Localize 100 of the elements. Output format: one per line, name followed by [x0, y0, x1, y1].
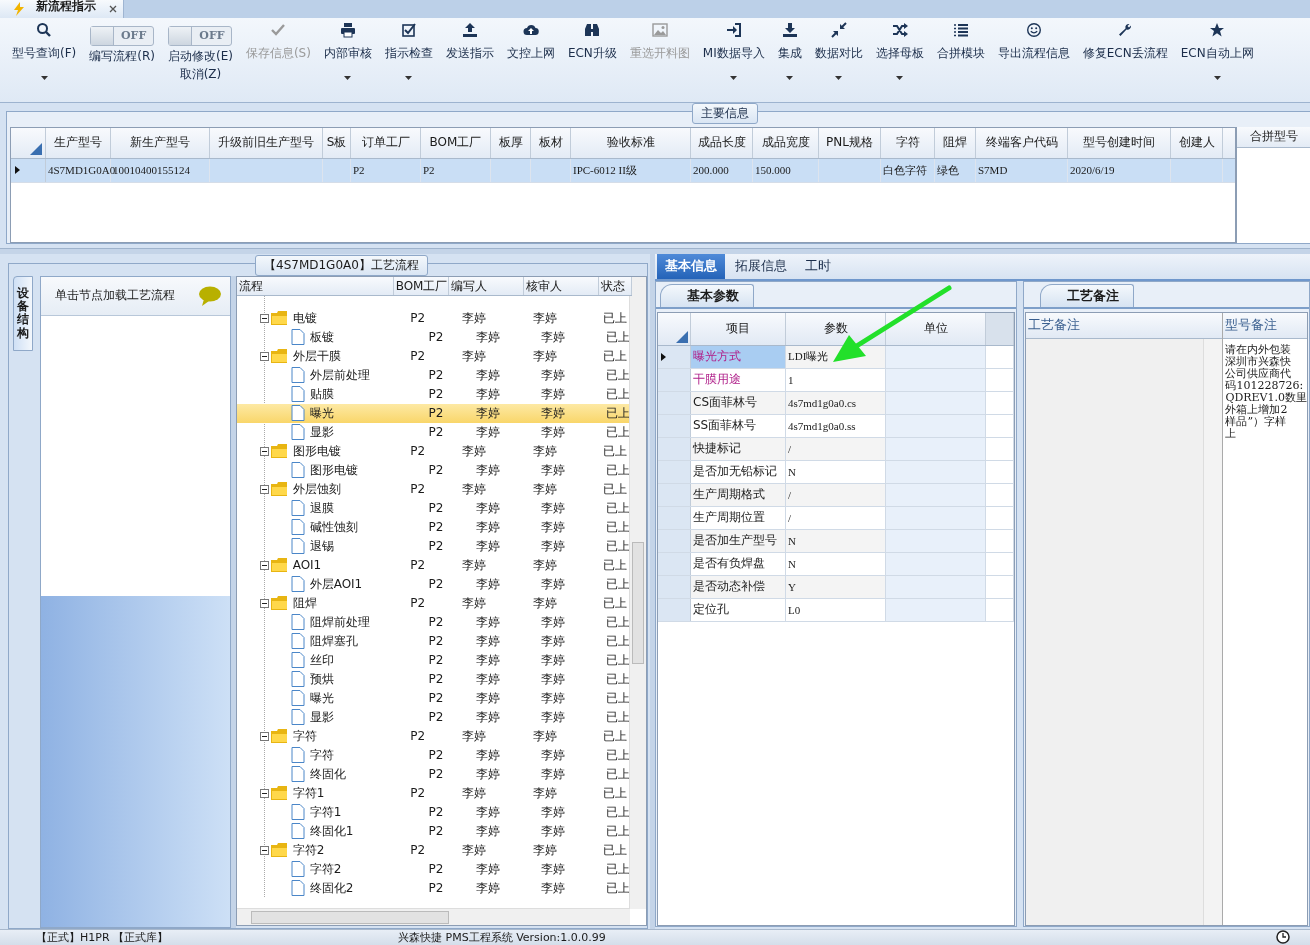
column-header[interactable]: 字符 [881, 127, 935, 158]
panel-tab[interactable]: 工艺备注 [1040, 284, 1135, 307]
collapse-icon[interactable] [259, 447, 269, 456]
param-row[interactable]: 是否加生产型号 N [658, 530, 1015, 553]
tree-row[interactable]: 字符 P2 李婷 李婷 已上 [236, 727, 632, 746]
horizontal-scrollbar[interactable] [236, 908, 630, 925]
toolbar-button[interactable]: 集成 [773, 17, 806, 90]
param-row[interactable]: 是否加无铅标记 N [658, 461, 1015, 484]
column-header[interactable]: 成品长度 [691, 127, 753, 158]
tree-row[interactable]: 终固化1 P2 李婷 李婷 已上 [236, 822, 632, 841]
param-row[interactable]: 生产周期位置 / [658, 507, 1015, 530]
param-row[interactable]: 生产周期格式 / [658, 484, 1015, 507]
tree-row[interactable]: 预烘 P2 李婷 李婷 已上 [236, 670, 632, 689]
tree-row[interactable]: 退锡 P2 李婷 李婷 已上 [236, 537, 632, 556]
toggle-switch[interactable]: OFF [90, 25, 155, 46]
tree-row[interactable]: 贴膜 P2 李婷 李婷 已上 [236, 385, 632, 404]
tree-row[interactable]: 阻焊前处理 P2 李婷 李婷 已上 [236, 613, 632, 632]
toolbar-button[interactable]: 内部审核 [319, 17, 376, 90]
tree-row[interactable]: 图形电镀 P2 李婷 李婷 已上 [236, 442, 632, 461]
column-header[interactable]: 成品宽度 [753, 127, 819, 158]
column-header[interactable]: 项目 [691, 313, 786, 345]
tab[interactable]: 拓展信息 [727, 254, 795, 279]
param-row[interactable]: CS面菲林号 4s7md1g0a0.cs [658, 392, 1015, 415]
panel-tab[interactable]: 基本参数 [660, 284, 754, 307]
tree-row[interactable]: 外层前处理 P2 李婷 李婷 已上 [236, 366, 632, 385]
collapse-icon[interactable] [259, 314, 269, 323]
collapse-icon[interactable] [259, 789, 269, 798]
tree-row[interactable]: 字符2 P2 李婷 李婷 已上 [236, 841, 632, 860]
tree-row[interactable]: 退膜 P2 李婷 李婷 已上 [236, 499, 632, 518]
column-header[interactable]: 订单工厂 [351, 127, 421, 158]
param-row[interactable]: 是否动态补偿 Y [658, 576, 1015, 599]
tree-row[interactable]: 曝光 P2 李婷 李婷 已上 [236, 404, 632, 423]
tree-row[interactable]: 终固化 P2 李婷 李婷 已上 [236, 765, 632, 784]
collapse-icon[interactable] [259, 561, 269, 570]
toolbar-button[interactable]: 发送指示 [441, 17, 498, 90]
column-header[interactable]: 型号备注 [1223, 313, 1307, 339]
toolbar-button[interactable]: 数据对比 [810, 17, 867, 90]
column-header[interactable]: 生产型号 [46, 127, 111, 158]
toolbar-button[interactable]: 选择母板 [871, 17, 928, 90]
collapse-icon[interactable] [259, 846, 269, 855]
column-header[interactable]: 工艺备注 [1026, 313, 1223, 339]
tree-row[interactable]: 外层干膜 P2 李婷 李婷 已上 [236, 347, 632, 366]
toolbar-button[interactable]: 指示检查 [380, 17, 437, 90]
tree-row[interactable]: 外层蚀刻 P2 李婷 李婷 已上 [236, 480, 632, 499]
collapse-icon[interactable] [259, 732, 269, 741]
tree-row[interactable]: 字符 P2 李婷 李婷 已上 [236, 746, 632, 765]
column-header[interactable]: 创建人 [1171, 127, 1223, 158]
toolbar-button[interactable]: ECN升级 [563, 17, 621, 90]
tree-row[interactable]: 终固化2 P2 李婷 李婷 已上 [236, 879, 632, 898]
toolbar-button[interactable]: 修复ECN丢流程 [1078, 17, 1172, 90]
toolbar-button[interactable]: 型号查询(F) [8, 17, 81, 90]
tree-row[interactable]: AOI1 P2 李婷 李婷 已上 [236, 556, 632, 575]
collapse-icon[interactable] [259, 599, 269, 608]
tab[interactable]: 基本信息 [657, 254, 725, 279]
column-header[interactable]: 核审人 [523, 277, 599, 295]
toolbar-button[interactable]: 文控上网 [502, 17, 559, 90]
tree-row[interactable]: 板镀 P2 李婷 李婷 已上 [236, 328, 632, 347]
tree-row[interactable]: 图形电镀 P2 李婷 李婷 已上 [236, 461, 632, 480]
vertical-scrollbar[interactable] [629, 277, 646, 909]
collapse-icon[interactable] [259, 352, 269, 361]
column-header[interactable]: 阻焊 [935, 127, 976, 158]
tree-row[interactable]: 丝印 P2 李婷 李婷 已上 [236, 651, 632, 670]
column-header[interactable]: BOM工厂 [393, 277, 449, 295]
tree-row[interactable]: 显影 P2 李婷 李婷 已上 [236, 708, 632, 727]
column-header[interactable]: BOM工厂 [421, 127, 491, 158]
tree-row[interactable]: 字符2 P2 李婷 李婷 已上 [236, 860, 632, 879]
toolbar-button[interactable]: 合拼模块 [932, 17, 989, 90]
column-header[interactable]: 编写人 [448, 277, 524, 295]
tree-row[interactable]: 字符1 P2 李婷 李婷 已上 [236, 784, 632, 803]
side-tab[interactable]: 设备结构 [13, 276, 33, 351]
tree-row[interactable]: 曝光 P2 李婷 李婷 已上 [236, 689, 632, 708]
toolbar-button[interactable]: ECN自动上网 [1176, 17, 1258, 90]
column-header[interactable]: 终端客户代码 [976, 127, 1068, 158]
tree-row[interactable]: 显影 P2 李婷 李婷 已上 [236, 423, 632, 442]
column-header[interactable]: 板厚 [491, 127, 531, 158]
column-header[interactable]: 状态 [598, 277, 632, 295]
tree-row[interactable]: 电镀 P2 李婷 李婷 已上 [236, 309, 632, 328]
column-header[interactable]: S板 [323, 127, 351, 158]
toggle-switch[interactable]: OFF [168, 25, 233, 46]
param-row[interactable]: 定位孔 L0 [658, 599, 1015, 622]
toolbar-button[interactable]: MI数据导入 [698, 17, 769, 90]
column-header[interactable]: 板材 [531, 127, 571, 158]
tab[interactable]: 工时 [797, 254, 839, 279]
param-row[interactable]: 快捷标记 / [658, 438, 1015, 461]
param-row[interactable]: SS面菲林号 4s7md1g0a0.ss [658, 415, 1015, 438]
column-header[interactable]: 新生产型号 [111, 127, 210, 158]
param-row[interactable]: 曝光方式 LDI曝光 [658, 346, 1015, 369]
tree-row[interactable]: 字符1 P2 李婷 李婷 已上 [236, 803, 632, 822]
param-row[interactable]: 干膜用途 1 [658, 369, 1015, 392]
collapse-icon[interactable] [259, 485, 269, 494]
param-row[interactable]: 是否有负焊盘 N [658, 553, 1015, 576]
column-header[interactable]: 验收标准 [571, 127, 691, 158]
tree-row[interactable]: 阻焊塞孔 P2 李婷 李婷 已上 [236, 632, 632, 651]
column-header[interactable]: PNL规格 [819, 127, 881, 158]
column-header[interactable]: 升级前旧生产型号 [210, 127, 323, 158]
close-icon[interactable] [109, 5, 117, 13]
tree-row[interactable]: 阻焊 P2 李婷 李婷 已上 [236, 594, 632, 613]
column-header[interactable]: 型号创建时间 [1068, 127, 1171, 158]
column-header[interactable]: 流程 [236, 277, 394, 295]
grid-row[interactable]: 4S7MD1G0A010010400155124 P2 P2 IPC-6012 II级 200.000 150.000 白色字符 绿色 S7MD 2020/6/19 [11, 158, 1236, 183]
